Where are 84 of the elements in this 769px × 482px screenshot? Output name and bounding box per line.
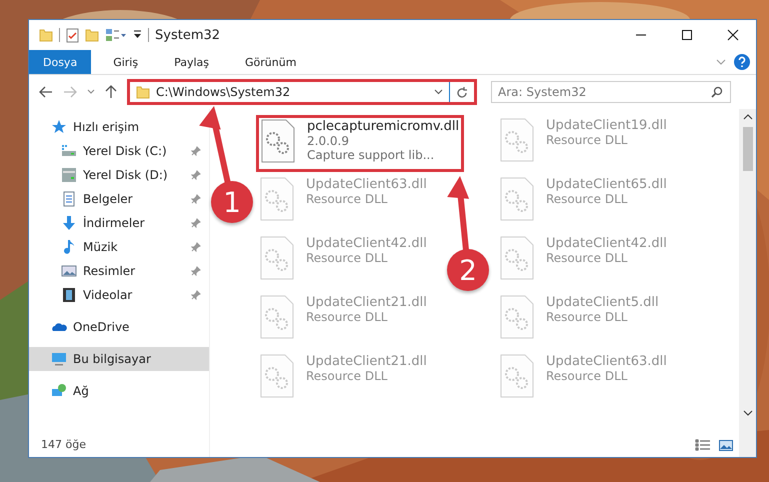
refresh-icon[interactable]	[456, 86, 468, 98]
sidebar-icon	[61, 143, 77, 159]
pin-icon[interactable]	[191, 290, 201, 300]
scrollbar-thumb[interactable]	[742, 127, 752, 171]
sidebar-item[interactable]: Belgeler	[29, 187, 209, 211]
sidebar-item[interactable]: İndirmeler	[29, 211, 209, 235]
file-detail: 2.0.0.9	[307, 134, 350, 148]
gear-file-icon	[260, 354, 294, 398]
item-count: 147 öğe	[40, 438, 87, 453]
ribbon-tab[interactable]: Giriş	[99, 50, 152, 74]
scroll-down-icon[interactable]	[742, 409, 752, 417]
gear-file-icon	[260, 236, 294, 280]
sidebar-icon	[61, 191, 77, 207]
search-icon	[711, 86, 723, 98]
file-detail: Resource DLL	[306, 192, 388, 206]
sidebar-icon	[61, 215, 77, 231]
file-detail: Resource DLL	[306, 251, 388, 265]
help-icon[interactable]	[734, 54, 750, 70]
gear-file-icon	[500, 295, 534, 339]
sidebar-icon	[61, 287, 77, 303]
dropdown-icon[interactable]	[133, 30, 142, 40]
file-name: UpdateClient63.dll	[546, 354, 667, 369]
file-detail: Resource DLL	[546, 251, 628, 265]
ribbon-tab[interactable]: Dosya	[29, 50, 92, 74]
sidebar-icon	[51, 351, 67, 367]
pin-icon[interactable]	[191, 170, 201, 180]
gear-file-icon	[260, 177, 294, 221]
gear-file-icon	[261, 119, 295, 163]
up-icon[interactable]	[105, 85, 117, 99]
sidebar-item[interactable]: Müzik	[29, 235, 209, 259]
file-tile[interactable]: pclecapturemicromv.dll 2.0.0.9 Capture support lib...	[256, 115, 464, 172]
file-name: UpdateClient19.dll	[546, 118, 667, 133]
file-detail: Resource DLL	[546, 310, 628, 324]
file-name: UpdateClient65.dll	[546, 177, 667, 192]
details-view-icon[interactable]	[695, 439, 711, 451]
sidebar-item[interactable]: OneDrive	[29, 315, 209, 339]
file-detail: Resource DLL	[306, 369, 388, 383]
back-icon[interactable]	[39, 86, 53, 98]
pin-icon[interactable]	[191, 218, 201, 228]
sidebar-item[interactable]: Hızlı erişim	[29, 115, 209, 139]
file-name: UpdateClient5.dll	[546, 295, 659, 310]
file-detail: Resource DLL	[546, 192, 628, 206]
properties-icon[interactable]	[66, 28, 79, 42]
sidebar-item[interactable]: Bu bilgisayar	[29, 347, 209, 371]
search-field[interactable]: Ara: System32	[491, 81, 731, 103]
pin-icon[interactable]	[191, 194, 201, 204]
sidebar-item[interactable]: Yerel Disk (D:)	[29, 163, 209, 187]
sidebar-item[interactable]: Resimler	[29, 259, 209, 283]
file-name: pclecapturemicromv.dll	[307, 119, 460, 134]
recent-dropdown-icon[interactable]	[87, 89, 95, 95]
file-name: UpdateClient42.dll	[546, 236, 667, 251]
sidebar-icon	[61, 167, 77, 183]
sidebar-item[interactable]: Videolar	[29, 283, 209, 307]
file-detail: Resource DLL	[546, 133, 628, 147]
sidebar-item[interactable]: Ağ	[29, 379, 209, 403]
gear-file-icon	[500, 354, 534, 398]
file-detail: Resource DLL	[306, 310, 388, 324]
file-detail: Resource DLL	[546, 369, 628, 383]
sidebar-item[interactable]: Yerel Disk (C:)	[29, 139, 209, 163]
sidebar-icon	[51, 119, 67, 135]
large-icons-view-icon[interactable]	[719, 440, 733, 450]
ribbon-tab[interactable]: Paylaş	[160, 50, 223, 74]
pin-icon[interactable]	[191, 146, 201, 156]
window-title: System32	[155, 28, 220, 42]
file-name: UpdateClient63.dll	[306, 177, 427, 192]
sidebar-icon	[51, 383, 67, 399]
address-bar[interactable]: C:\Windows\System32	[127, 79, 477, 105]
view-icon[interactable]	[105, 28, 127, 42]
gear-file-icon	[500, 118, 534, 162]
chevron-down-icon[interactable]	[434, 89, 443, 95]
pin-icon[interactable]	[191, 242, 201, 252]
file-name: UpdateClient21.dll	[306, 295, 427, 310]
scroll-up-icon[interactable]	[742, 113, 752, 121]
gear-file-icon	[500, 177, 534, 221]
file-name: UpdateClient21.dll	[306, 354, 427, 369]
pin-icon[interactable]	[191, 266, 201, 276]
ribbon-tab[interactable]: Görünüm	[231, 50, 310, 74]
file-name: UpdateClient42.dll	[306, 236, 427, 251]
address-path: C:\Windows\System32	[156, 85, 292, 99]
sidebar-icon	[61, 263, 77, 279]
gear-file-icon	[500, 236, 534, 280]
folder-icon	[136, 85, 150, 99]
file-detail: Capture support lib...	[307, 148, 436, 162]
gear-file-icon	[260, 295, 294, 339]
